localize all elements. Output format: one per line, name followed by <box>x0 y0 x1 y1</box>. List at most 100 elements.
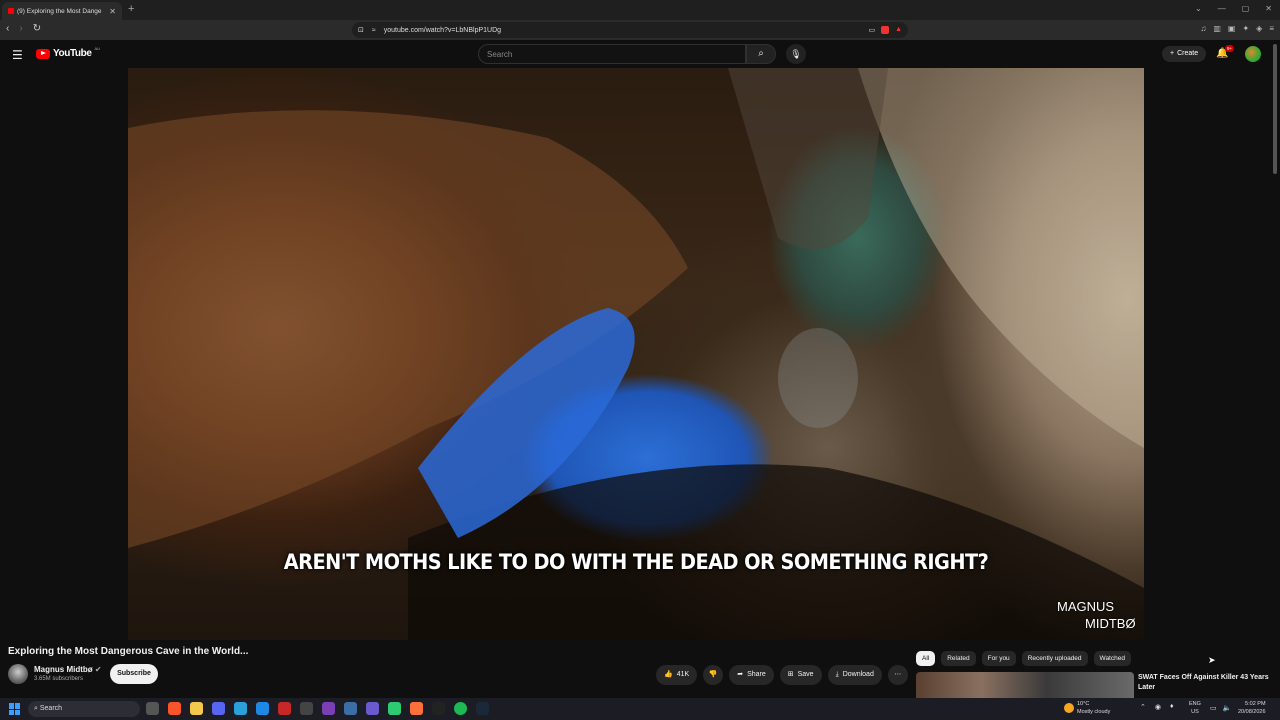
vscode-icon[interactable] <box>256 702 269 715</box>
save-button[interactable]: ⊞ Save <box>779 665 822 685</box>
minimize-icon[interactable]: — <box>1218 4 1226 13</box>
brave-shield-icon[interactable] <box>881 26 890 34</box>
subscriber-count: 3.65M subscribers <box>34 676 84 682</box>
rewards-icon[interactable]: ▲ <box>895 26 902 34</box>
subscribe-button[interactable]: Subscribe <box>110 664 158 684</box>
file-explorer-icon[interactable] <box>190 702 203 715</box>
hamburger-menu-icon[interactable]: ☰ <box>12 48 23 62</box>
language-indicator[interactable]: ENG US <box>1189 700 1201 716</box>
chevron-up-icon[interactable]: ⌃ <box>1140 703 1146 711</box>
search-button[interactable]: ⌕ <box>746 44 776 64</box>
youtube-logo[interactable]: YouTube AU <box>36 46 100 59</box>
firefox-icon[interactable] <box>410 702 423 715</box>
recommended-thumbnail[interactable] <box>916 672 1134 700</box>
browser-tab[interactable]: (9) Exploring the Most Dange ✕ <box>2 2 122 20</box>
chip-for-you[interactable]: For you <box>981 651 1016 666</box>
channel-name-text: Magnus Midtbø <box>34 665 93 674</box>
like-button[interactable]: 👍 41K <box>656 665 698 685</box>
taskbar-search[interactable]: ⌕ Search <box>28 701 140 717</box>
clock-time: 5:02 PM <box>1245 701 1266 707</box>
cast-icon[interactable]: ▭ <box>868 26 875 34</box>
plus-icon: + <box>1170 50 1175 57</box>
voice-search-button[interactable]: 🎙 <box>786 44 806 64</box>
more-actions-button[interactable]: ⋯ <box>887 665 908 685</box>
share-icon: ➦ <box>737 671 744 678</box>
epic-games-icon[interactable] <box>300 702 313 715</box>
chip-related[interactable]: Related <box>941 651 976 666</box>
dislike-button[interactable]: 👎 <box>703 665 724 685</box>
notification-count-badge: 9+ <box>1225 45 1235 52</box>
account-avatar[interactable] <box>1245 46 1261 62</box>
task-view-icon[interactable] <box>146 702 159 715</box>
window-controls: ⌄ — ▢ ✕ <box>1195 4 1272 13</box>
chip-watched[interactable]: Watched <box>1093 651 1131 666</box>
discord-icon[interactable] <box>212 702 225 715</box>
verified-icon: ✔ <box>94 665 102 674</box>
logo-text: YouTube <box>53 48 92 59</box>
thumbs-up-icon: 👍 <box>664 671 673 678</box>
chip-all[interactable]: All <box>916 651 936 666</box>
address-bar[interactable]: ⊡ ≈ youtube.com/watch?v=LbNBlpP1UDg ▭ ▲ <box>352 22 908 38</box>
chip-recently-uploaded[interactable]: Recently uploaded <box>1021 651 1088 666</box>
close-window-icon[interactable]: ✕ <box>1265 4 1272 13</box>
tray-mic-icon[interactable]: ♦ <box>1170 703 1174 711</box>
page-scrollbar[interactable] <box>1273 44 1277 174</box>
back-icon[interactable]: ‹ <box>6 23 9 34</box>
app-green-icon[interactable] <box>388 702 401 715</box>
menu-icon[interactable]: ≡ <box>1269 24 1274 33</box>
steam-icon[interactable] <box>344 702 357 715</box>
video-title: Exploring the Most Dangerous Cave in the… <box>8 646 249 657</box>
extensions-icon[interactable]: ✦ <box>1242 24 1249 33</box>
channel-watermark: MAGNUS MIDTBØ <box>1057 598 1136 632</box>
weather-widget[interactable]: 10°C Mostly cloudy <box>1064 700 1110 716</box>
maximize-icon[interactable]: ▢ <box>1242 4 1250 13</box>
obs-icon[interactable] <box>322 702 335 715</box>
microphone-icon: 🎙 <box>790 49 802 59</box>
video-player[interactable]: AREN'T MOTHS LIKE TO DO WITH THE DEAD OR… <box>128 68 1144 640</box>
search-icon: ⌕ <box>758 48 764 59</box>
steam-client-icon[interactable] <box>476 702 489 715</box>
recommended-title[interactable]: SWAT Faces Off Against Killer 43 Years L… <box>1138 673 1278 693</box>
more-icon: ⋯ <box>894 671 902 678</box>
youtube-favicon-icon <box>8 8 14 14</box>
site-info-icon[interactable]: ≈ <box>372 27 376 34</box>
windows-start-icon[interactable] <box>9 703 21 715</box>
brave-browser-icon[interactable] <box>168 702 181 715</box>
forward-icon[interactable]: › <box>19 23 22 34</box>
app-red-icon[interactable] <box>278 702 291 715</box>
download-button[interactable]: ⤓ Download <box>827 665 882 685</box>
create-label: Create <box>1177 50 1199 57</box>
volume-icon[interactable]: 🔈 <box>1223 704 1232 712</box>
network-icon[interactable]: ▭ <box>1210 704 1217 712</box>
clock[interactable]: 5:02 PM 20/08/2026 <box>1238 700 1266 716</box>
music-icon[interactable]: ♫ <box>1200 24 1206 33</box>
temperature: 10°C <box>1077 701 1090 707</box>
close-tab-icon[interactable]: ✕ <box>109 7 116 16</box>
tray-app-icon[interactable]: ◉ <box>1155 703 1161 711</box>
share-button[interactable]: ➦ Share <box>729 665 774 685</box>
spotify-icon[interactable] <box>454 702 467 715</box>
search-input[interactable]: Search <box>478 44 746 64</box>
vpn-icon[interactable]: ◈ <box>1256 24 1262 33</box>
language-code: ENG <box>1189 701 1201 707</box>
terminal-icon[interactable] <box>432 702 445 715</box>
channel-avatar[interactable] <box>8 664 28 684</box>
app-icon[interactable] <box>366 702 379 715</box>
url-text[interactable]: youtube.com/watch?v=LbNBlpP1UDg <box>384 27 861 34</box>
channel-name[interactable]: Magnus Midtbø ✔ <box>34 665 102 674</box>
create-button[interactable]: + Create <box>1162 46 1207 62</box>
clock-date: 20/08/2026 <box>1238 709 1266 715</box>
telegram-icon[interactable] <box>234 702 247 715</box>
wallet-icon[interactable]: ▣ <box>1228 24 1236 33</box>
watermark-line2: MIDTBØ <box>1085 616 1136 631</box>
bookmark-icon[interactable]: ⊡ <box>358 26 364 34</box>
watermark-line1: MAGNUS <box>1057 599 1115 614</box>
region-code: US <box>1191 709 1199 715</box>
chevron-down-icon[interactable]: ⌄ <box>1195 4 1202 13</box>
taskbar-apps <box>146 702 489 715</box>
reload-icon[interactable]: ↻ <box>33 23 41 34</box>
video-actions: 👍 41K 👎 ➦ Share ⊞ Save ⤓ Download ⋯ <box>656 665 908 685</box>
sidebar-icon[interactable]: ▥ <box>1213 24 1221 33</box>
youtube-header: ☰ YouTube AU Search ⌕ 🎙 + Create 🔔 9+ <box>0 40 1280 68</box>
new-tab-icon[interactable]: + <box>128 3 134 15</box>
